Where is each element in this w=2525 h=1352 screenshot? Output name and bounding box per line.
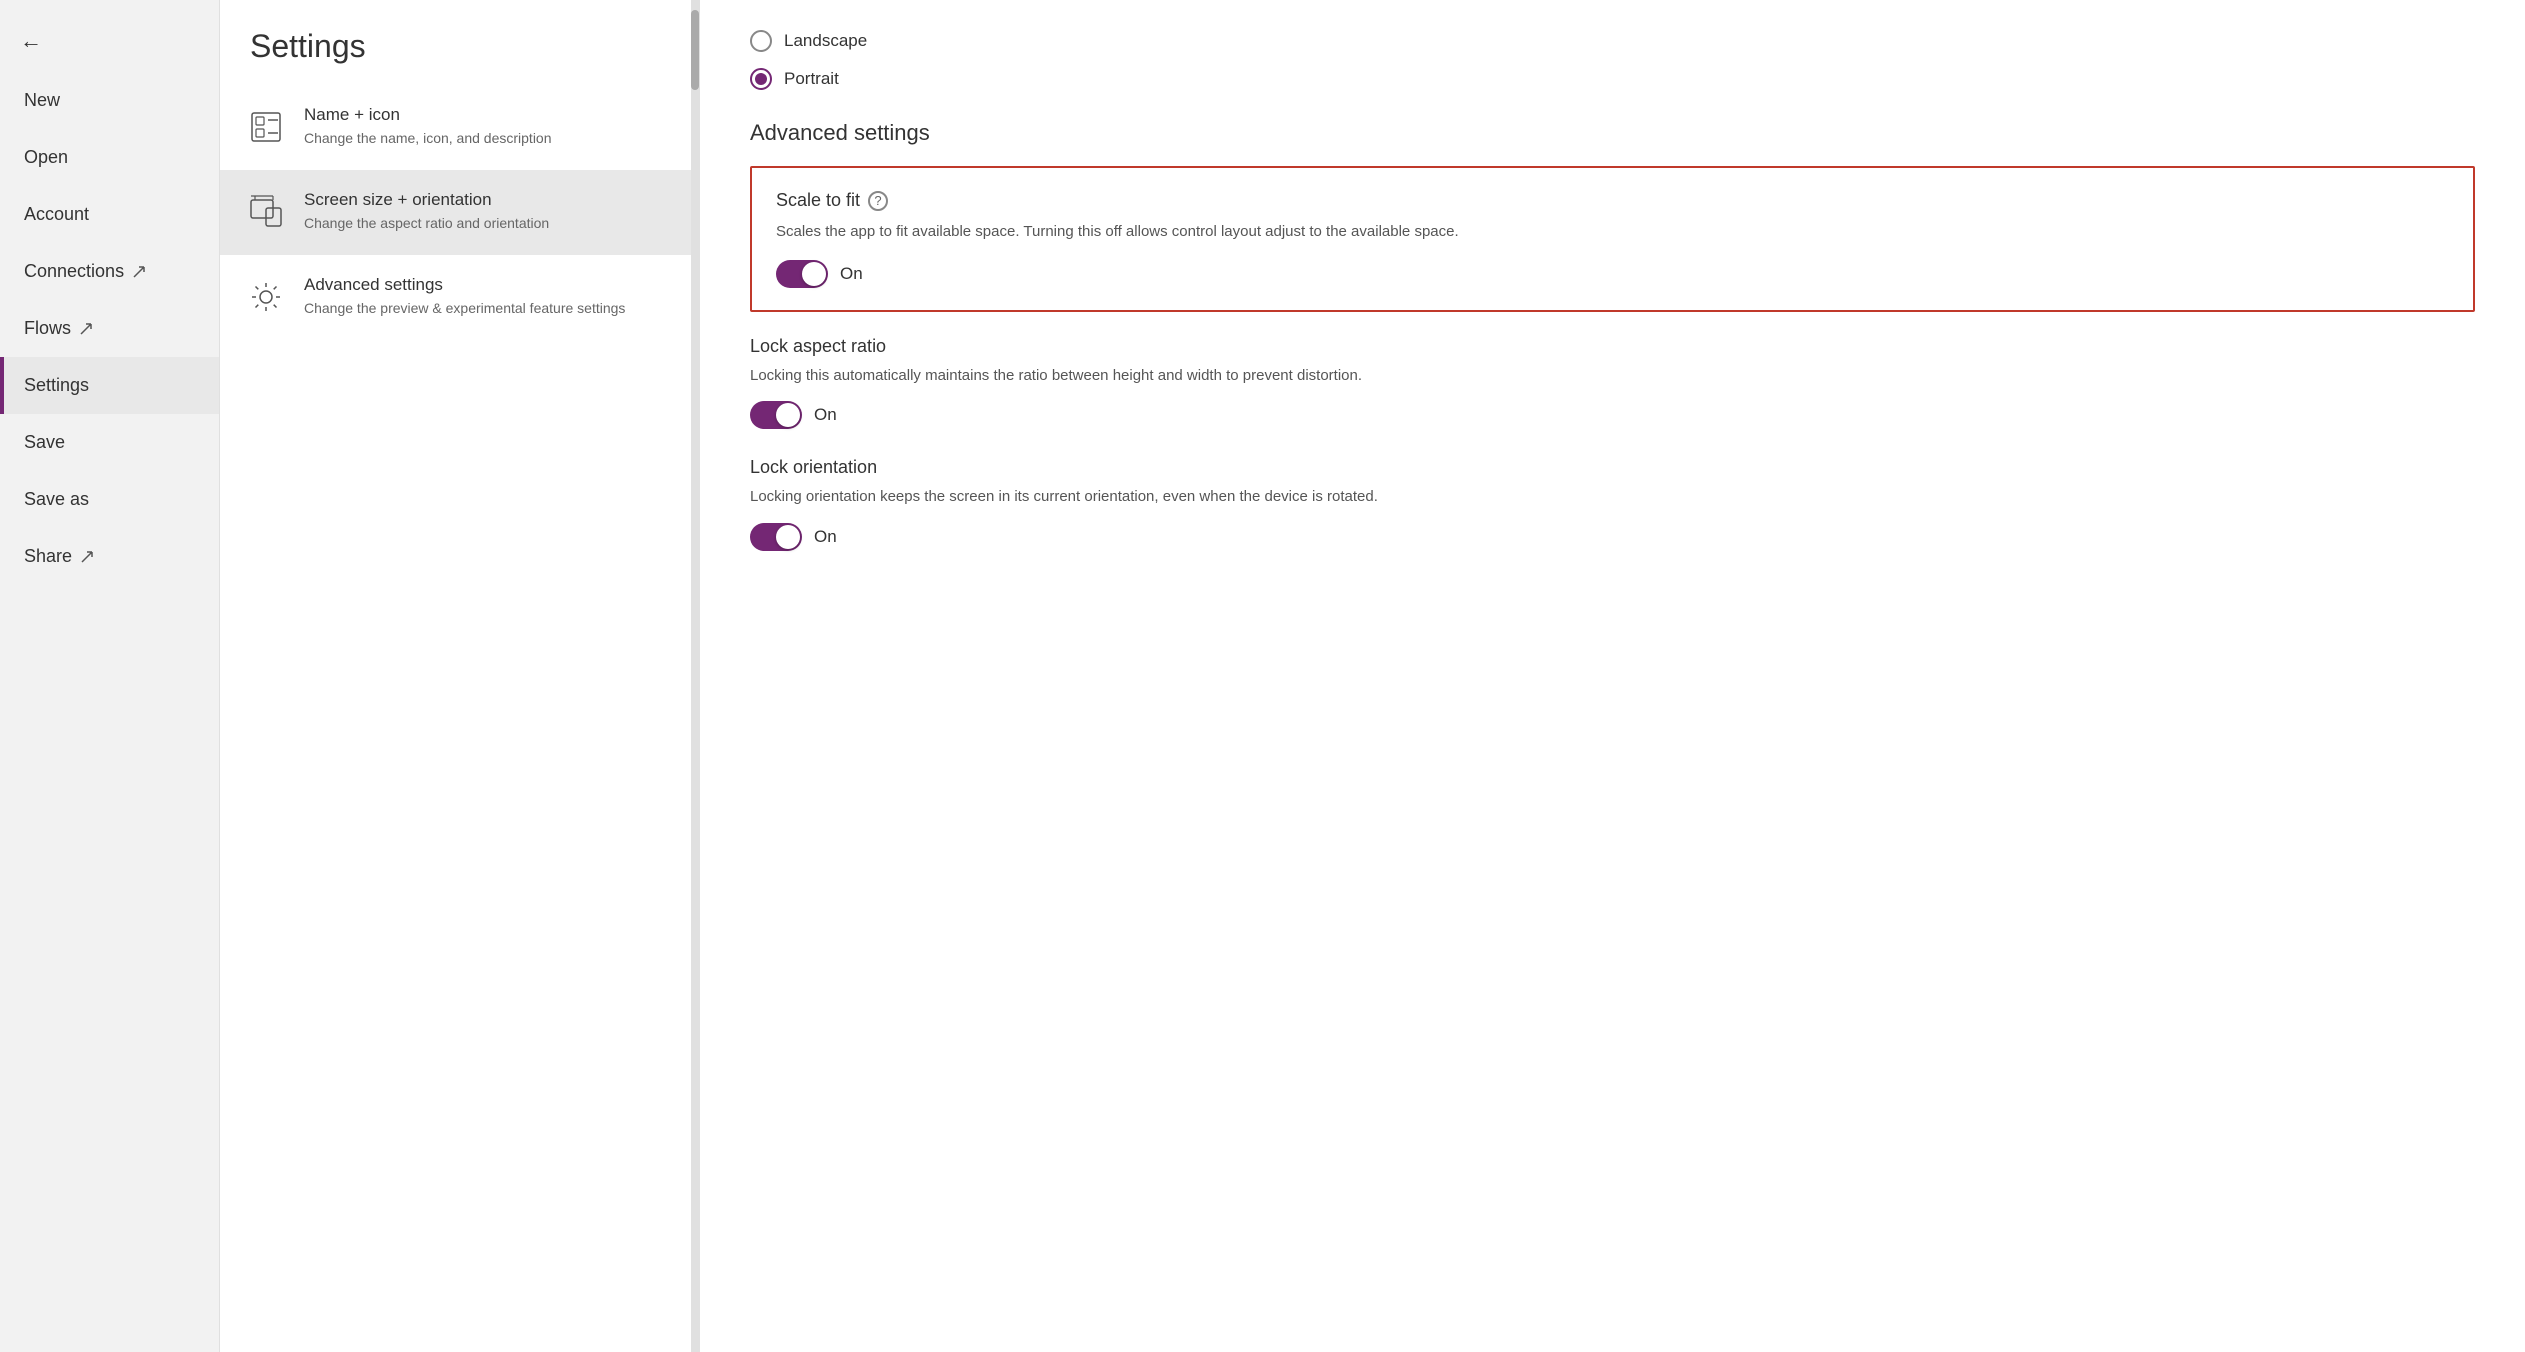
scrollbar-thumb[interactable] — [691, 10, 699, 90]
settings-menu-desc-screen-size: Change the aspect ratio and orientation — [304, 214, 549, 232]
sidebar-item-connections-label: Connections — [24, 261, 124, 282]
toggle-thumb — [802, 262, 826, 286]
lock-aspect-ratio-desc: Locking this automatically maintains the… — [750, 365, 2475, 388]
settings-menu-desc-name-icon: Change the name, icon, and description — [304, 129, 552, 147]
lock-orientation-toggle-row: On — [750, 523, 2475, 551]
scale-to-fit-desc: Scales the app to fit available space. T… — [776, 221, 2449, 244]
sidebar-item-account[interactable]: Account — [0, 186, 219, 243]
settings-title: Settings — [220, 0, 699, 85]
sidebar-item-connections[interactable]: Connections — [0, 243, 219, 300]
lock-aspect-ratio-title: Lock aspect ratio — [750, 336, 2475, 357]
lock-orientation-toggle-label: On — [814, 527, 837, 547]
settings-menu-icon-advanced-settings — [244, 275, 288, 319]
sidebar-item-settings-label: Settings — [24, 375, 89, 396]
sidebar-item-share[interactable]: Share — [0, 528, 219, 585]
scale-to-fit-toggle[interactable] — [776, 260, 828, 288]
settings-menu-item-advanced-settings[interactable]: Advanced settings Change the preview & ex… — [220, 255, 699, 340]
lock-aspect-ratio-block: Lock aspect ratio Locking this automatic… — [750, 336, 2475, 430]
scale-to-fit-toggle-label: On — [840, 264, 863, 284]
sidebar-item-connections-external-icon — [132, 265, 146, 279]
sidebar-item-save-label: Save — [24, 432, 65, 453]
lock-orientation-desc: Locking orientation keeps the screen in … — [750, 486, 2475, 509]
lock-orientation-toggle[interactable] — [750, 523, 802, 551]
scale-to-fit-card: Scale to fit ? Scales the app to fit ava… — [750, 166, 2475, 312]
portrait-radio[interactable]: Portrait — [750, 68, 2475, 90]
advanced-settings-heading: Advanced settings — [750, 120, 2475, 146]
portrait-label: Portrait — [784, 69, 839, 89]
landscape-label: Landscape — [784, 31, 867, 51]
landscape-radio[interactable]: Landscape — [750, 30, 2475, 52]
sidebar-item-share-external-icon — [80, 550, 94, 564]
sidebar-item-save-as[interactable]: Save as — [0, 471, 219, 528]
settings-menu-icon-screen-size — [244, 190, 288, 234]
lock-aspect-ratio-toggle-label: On — [814, 405, 837, 425]
lock-aspect-ratio-toggle[interactable] — [750, 401, 802, 429]
sidebar-item-flows-external-icon — [79, 322, 93, 336]
settings-menu-text-advanced-settings: Advanced settings Change the preview & ex… — [304, 275, 625, 317]
lock-orientation-title: Lock orientation — [750, 457, 2475, 478]
settings-middle-panel: Settings Name + icon Change the name, ico… — [220, 0, 700, 1352]
settings-menu-title-advanced-settings: Advanced settings — [304, 275, 625, 295]
settings-menu-item-screen-size[interactable]: Screen size + orientation Change the aspe… — [220, 170, 699, 255]
sidebar: ← New Open Account Connections Flows Settin… — [0, 0, 220, 1352]
sidebar-item-settings[interactable]: Settings — [0, 357, 219, 414]
back-arrow-icon: ← — [20, 28, 42, 54]
sidebar-item-account-label: Account — [24, 204, 89, 225]
settings-menu-desc-advanced-settings: Change the preview & experimental featur… — [304, 299, 625, 317]
settings-menu-text-screen-size: Screen size + orientation Change the aspe… — [304, 190, 549, 232]
settings-menu-title-name-icon: Name + icon — [304, 105, 552, 125]
toggle-thumb-3 — [776, 525, 800, 549]
sidebar-item-new[interactable]: New — [0, 72, 219, 129]
middle-scrollbar[interactable] — [691, 0, 699, 1352]
sidebar-item-save-as-label: Save as — [24, 489, 89, 510]
sidebar-item-new-label: New — [24, 90, 60, 111]
sidebar-item-open-label: Open — [24, 147, 68, 168]
settings-menu-icon-name-icon — [244, 105, 288, 149]
settings-menu-item-name-icon[interactable]: Name + icon Change the name, icon, and de… — [220, 85, 699, 170]
settings-menu-text-name-icon: Name + icon Change the name, icon, and de… — [304, 105, 552, 147]
sidebar-item-save[interactable]: Save — [0, 414, 219, 471]
sidebar-item-open[interactable]: Open — [0, 129, 219, 186]
scale-to-fit-toggle-row: On — [776, 260, 2449, 288]
scale-to-fit-title: Scale to fit ? — [776, 190, 2449, 211]
sidebar-item-flows-label: Flows — [24, 318, 71, 339]
sidebar-item-flows[interactable]: Flows — [0, 300, 219, 357]
portrait-radio-circle[interactable] — [750, 68, 772, 90]
settings-menu-title-screen-size: Screen size + orientation — [304, 190, 549, 210]
landscape-radio-circle[interactable] — [750, 30, 772, 52]
back-button[interactable]: ← — [0, 10, 219, 72]
scale-to-fit-help-icon[interactable]: ? — [868, 191, 888, 211]
sidebar-item-share-label: Share — [24, 546, 72, 567]
lock-orientation-block: Lock orientation Locking orientation kee… — [750, 457, 2475, 551]
content-panel: Landscape Portrait Advanced settings Sca… — [700, 0, 2525, 1352]
toggle-thumb-2 — [776, 403, 800, 427]
orientation-radio-group: Landscape Portrait — [750, 30, 2475, 90]
lock-aspect-ratio-toggle-row: On — [750, 401, 2475, 429]
